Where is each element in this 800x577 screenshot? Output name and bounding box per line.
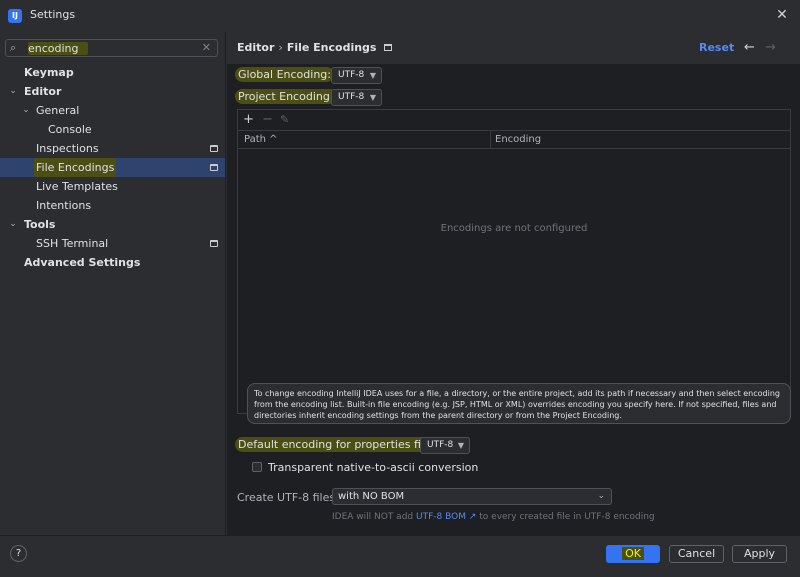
sidebar-item-advanced-settings[interactable]: Advanced Settings [0,253,225,272]
bom-note: IDEA will NOT add UTF-8 BOM ↗ to every c… [332,512,655,522]
sidebar-item-label: Inspections [36,142,99,155]
utf8-files-label: Create UTF-8 files: [237,491,339,504]
dropdown-value: UTF-8 [338,92,365,102]
sidebar-item-console[interactable]: Console [0,120,225,139]
sidebar-item-label: Live Templates [36,180,118,193]
sort-ascending-icon: ^ [269,134,278,145]
settings-content: Editor › File Encodings Reset ← → Global E… [227,32,800,535]
apply-button[interactable]: Apply [732,545,787,563]
help-button[interactable]: ? [10,545,27,562]
sidebar-item-label: Console [48,123,92,136]
table-header: Path ^ Encoding [238,130,790,149]
column-header-path[interactable]: Path ^ [244,134,278,145]
sidebar-item-tools[interactable]: ⌄ Tools [0,215,225,234]
edit-icon[interactable]: ✎ [280,113,289,126]
settings-tree: Keymap ⌄ Editor ⌄ General Console Inspec… [0,63,225,272]
sidebar-item-live-templates[interactable]: Live Templates [0,177,225,196]
ok-label: OK [622,547,644,560]
project-scope-icon [210,240,218,247]
column-divider[interactable] [490,131,491,149]
ok-button[interactable]: OK [606,545,660,563]
sidebar-item-file-encodings[interactable]: File Encodings [0,158,225,177]
project-scope-icon [210,145,218,152]
chevron-down-icon[interactable]: ⌄ [8,82,18,101]
cancel-button[interactable]: Cancel [669,545,724,563]
chevron-down-icon: ▼ [369,93,376,102]
utf8-bom-link[interactable]: UTF-8 BOM ↗ [416,512,476,522]
utf8-bom-select[interactable]: with NO BOM ⌄ [332,488,612,505]
dropdown-value: UTF-8 [338,70,365,80]
sidebar-item-label: Intentions [36,199,92,212]
select-value: with NO BOM [338,491,405,502]
properties-encoding-label: Default encoding for properties files: [235,437,444,452]
global-encoding-label: Global Encoding: [235,67,334,82]
sidebar-item-label: Tools [24,218,56,231]
encodings-table: + − ✎ Path ^ Encoding Encodings are not … [237,109,791,414]
project-scope-icon [210,164,218,171]
back-arrow-icon[interactable]: ← [744,40,755,55]
sidebar-item-label: SSH Terminal [36,237,109,250]
transparent-conversion-label: Transparent native-to-ascii conversion [268,461,479,474]
remove-icon[interactable]: − [262,112,273,127]
chevron-down-icon: ▼ [457,441,464,450]
dropdown-value: UTF-8 [427,440,454,450]
sidebar-item-label: Advanced Settings [24,256,141,269]
dialog-footer: ? OK Cancel Apply [0,535,800,577]
column-header-encoding[interactable]: Encoding [495,134,541,145]
sidebar-item-ssh-terminal[interactable]: SSH Terminal [0,234,225,253]
project-scope-icon [384,44,393,51]
help-tooltip: To change encoding IntelliJ IDEA uses fo… [247,383,791,424]
search-box[interactable]: ⌕ ✕ [5,39,218,57]
sidebar-item-label: General [36,104,80,117]
breadcrumb-separator: › [278,41,283,54]
search-icon: ⌕ [10,41,17,54]
sidebar-item-label: File Encodings [34,158,117,177]
chevron-down-icon[interactable]: ⌄ [21,101,31,120]
project-encoding-label: Project Encoding: [235,89,337,104]
clear-search-icon[interactable]: ✕ [202,41,211,54]
forward-arrow-icon[interactable]: → [765,40,776,55]
chevron-down-icon[interactable]: ⌄ [8,215,18,234]
title-bar: IJ Settings ✕ [0,0,800,32]
sidebar-item-inspections[interactable]: Inspections [0,139,225,158]
reset-button[interactable]: Reset [699,41,734,54]
chevron-down-icon: ▼ [369,71,376,80]
transparent-conversion-checkbox[interactable] [252,462,262,472]
empty-table-text: Encodings are not configured [440,223,588,234]
settings-sidebar: ⌕ ✕ Keymap ⌄ Editor ⌄ General Console In… [0,32,226,535]
table-toolbar: + − ✎ [238,110,790,130]
breadcrumb-parent[interactable]: Editor [237,41,274,54]
sidebar-item-general[interactable]: ⌄ General [0,101,225,120]
close-icon[interactable]: ✕ [774,7,790,23]
breadcrumb: Editor › File Encodings [237,41,393,54]
intellij-app-icon: IJ [8,9,22,23]
chevron-down-icon: ⌄ [597,491,605,501]
sidebar-item-label: Editor [24,85,62,98]
global-encoding-dropdown[interactable]: UTF-8 ▼ [331,67,382,84]
content-header: Editor › File Encodings Reset ← → [227,32,800,64]
add-icon[interactable]: + [243,112,254,127]
window-title: Settings [30,8,76,21]
search-input[interactable] [28,41,198,55]
sidebar-item-label: Keymap [24,66,74,79]
sidebar-item-intentions[interactable]: Intentions [0,196,225,215]
sidebar-item-keymap[interactable]: Keymap [0,63,225,82]
properties-encoding-dropdown[interactable]: UTF-8 ▼ [420,437,470,454]
sidebar-item-editor[interactable]: ⌄ Editor [0,82,225,101]
project-encoding-dropdown[interactable]: UTF-8 ▼ [331,89,382,106]
breadcrumb-current: File Encodings [286,41,377,54]
